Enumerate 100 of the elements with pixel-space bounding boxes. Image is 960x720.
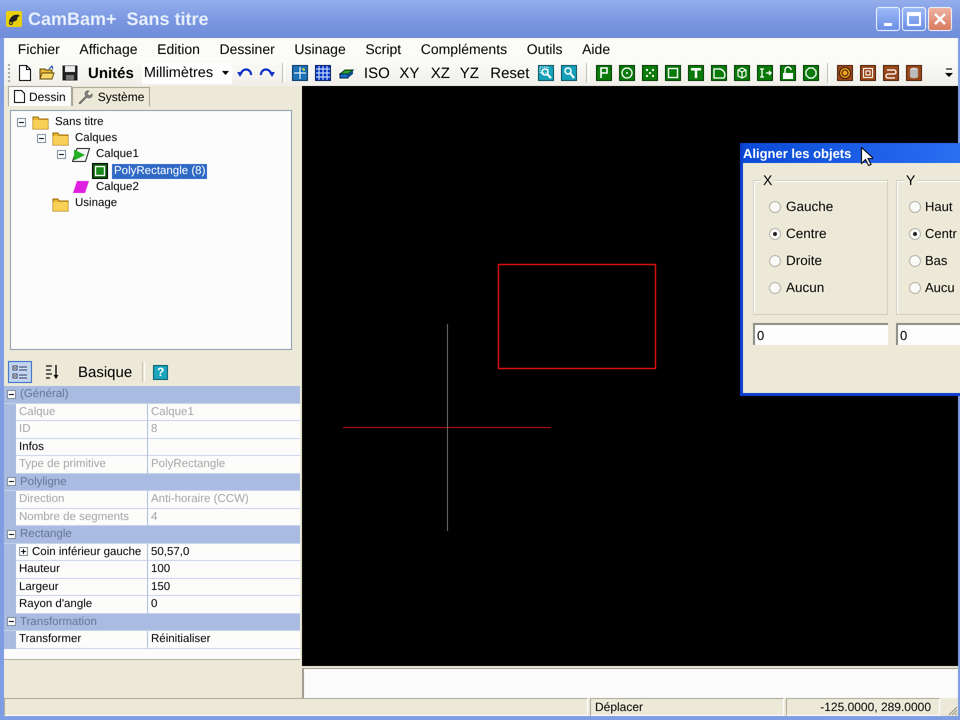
window-title: CamBam+ Sans titre <box>28 8 210 30</box>
cylinder-icon[interactable] <box>906 65 922 81</box>
property-value[interactable]: 50,57,0 <box>151 546 190 558</box>
magnifier-icon[interactable] <box>560 65 577 81</box>
radio-button[interactable] <box>769 282 781 294</box>
categorized-view-button[interactable] <box>8 361 32 383</box>
resize-grip-icon[interactable] <box>946 704 958 716</box>
tree-item[interactable]: Usinage <box>73 196 120 212</box>
tree-item[interactable]: Calque1 <box>94 147 141 162</box>
option-label[interactable]: Gauche <box>786 199 834 214</box>
collapse-icon[interactable] <box>7 530 16 539</box>
property-name: Rayon d'angle <box>19 598 92 610</box>
maximize-button[interactable] <box>902 7 926 31</box>
view-button[interactable]: YZ <box>458 64 480 82</box>
menu-item[interactable]: Fichier <box>8 41 70 57</box>
collapse-icon[interactable] <box>7 477 16 486</box>
radio-button[interactable] <box>909 200 921 212</box>
close-button[interactable] <box>928 7 952 31</box>
dialog-title-bar[interactable]: Aligner les objets <box>743 143 960 163</box>
category-list-icon <box>12 364 28 380</box>
zoom-box-icon[interactable] <box>538 65 554 81</box>
polyline-icon[interactable] <box>596 65 612 81</box>
property-value[interactable]: 0 <box>151 598 158 610</box>
menu-item[interactable]: Compléments <box>410 41 517 57</box>
option-label[interactable]: Aucu <box>925 280 955 295</box>
menu-item[interactable]: Script <box>356 41 411 57</box>
s-curve-icon[interactable] <box>882 65 899 81</box>
letter-t-icon[interactable] <box>688 65 704 81</box>
units-label: Unités <box>88 64 134 82</box>
menu-item[interactable]: Usinage <box>284 41 356 57</box>
view-mode-button[interactable]: Basique <box>72 364 138 380</box>
tree-item[interactable]: Sans titre <box>53 114 106 130</box>
option-label[interactable]: Droite <box>786 253 822 268</box>
expand-icon[interactable] <box>19 547 28 556</box>
option-label[interactable]: Aucun <box>786 280 824 295</box>
bars-arrow-icon[interactable] <box>756 65 773 81</box>
grid-icon[interactable] <box>314 65 331 81</box>
menu-item[interactable]: Dessiner <box>210 41 285 57</box>
view-button[interactable]: XZ <box>430 64 451 82</box>
status-panel: -125.0000, 289.0000 <box>786 698 940 716</box>
dropdown-arrow-icon[interactable] <box>222 71 229 75</box>
open-folder-icon[interactable] <box>39 65 55 81</box>
units-dropdown[interactable]: Millimètres <box>142 62 232 84</box>
tree-item[interactable]: PolyRectangle (8) <box>112 164 208 179</box>
option-label[interactable]: Centr <box>925 226 957 241</box>
category-label: Polyligne <box>20 476 67 488</box>
menu-item[interactable]: Outils <box>516 41 572 57</box>
nested-squares-icon[interactable] <box>860 65 876 81</box>
new-document-icon[interactable] <box>18 65 32 81</box>
dialog-title: Aligner les objets <box>743 146 852 160</box>
radio-button[interactable] <box>909 254 921 266</box>
minimize-icon <box>884 23 892 26</box>
polygon-icon[interactable] <box>802 65 819 81</box>
property-value: Anti-horaire (CCW) <box>151 493 249 506</box>
tree-item[interactable]: Calque2 <box>94 180 141 195</box>
menu-item[interactable]: Edition <box>147 41 210 57</box>
menu-item[interactable]: Aide <box>572 41 620 57</box>
group-label: X <box>761 173 774 188</box>
tree-item[interactable]: Calques <box>73 130 120 146</box>
collapse-icon[interactable] <box>57 150 66 160</box>
collapse-icon[interactable] <box>37 134 46 143</box>
radio-button[interactable] <box>769 254 781 266</box>
view-button[interactable]: XY <box>398 64 420 82</box>
collapse-icon[interactable] <box>7 390 16 399</box>
minimize-button[interactable] <box>876 7 900 31</box>
arc-icon[interactable] <box>710 65 727 81</box>
cube-icon[interactable] <box>734 65 750 81</box>
tab[interactable]: Système <box>72 87 150 106</box>
category-label: (Général) <box>20 388 69 400</box>
overflow-arrow-icon[interactable] <box>944 67 954 79</box>
radio-button[interactable] <box>909 282 921 294</box>
radio-button[interactable] <box>909 228 921 240</box>
points-icon[interactable] <box>642 65 658 81</box>
property-value[interactable]: 150 <box>151 580 170 593</box>
radio-button[interactable] <box>769 200 781 212</box>
input-field[interactable]: 0 <box>896 323 960 345</box>
property-value[interactable]: 100 <box>151 563 170 576</box>
collapse-icon[interactable] <box>7 617 16 626</box>
menu-item[interactable]: Affichage <box>70 41 148 57</box>
tab[interactable]: Dessin <box>8 86 72 106</box>
target-icon[interactable] <box>836 65 853 81</box>
property-name: ID <box>19 423 30 436</box>
property-name: Largeur <box>19 580 59 593</box>
padlock-icon[interactable] <box>780 65 796 81</box>
property-value[interactable]: Réinitialiser <box>151 633 210 646</box>
rectangle-icon[interactable] <box>664 65 681 81</box>
view-button[interactable]: ISO <box>362 64 391 82</box>
option-label[interactable]: Bas <box>925 253 948 268</box>
input-field[interactable]: 0 <box>753 323 888 345</box>
crosshair-icon[interactable] <box>292 65 308 81</box>
view-button[interactable]: Reset <box>490 64 530 82</box>
option-label[interactable]: Haut <box>925 199 952 214</box>
rectangle-shape[interactable] <box>498 264 656 370</box>
property-name: Coin inférieur gauche <box>32 546 142 558</box>
property-name: Calque <box>19 406 56 418</box>
collapse-icon[interactable] <box>17 118 26 127</box>
property-name: Direction <box>19 493 64 506</box>
circle-icon[interactable] <box>618 65 635 81</box>
radio-button[interactable] <box>769 228 781 240</box>
option-label[interactable]: Centre <box>786 226 827 241</box>
